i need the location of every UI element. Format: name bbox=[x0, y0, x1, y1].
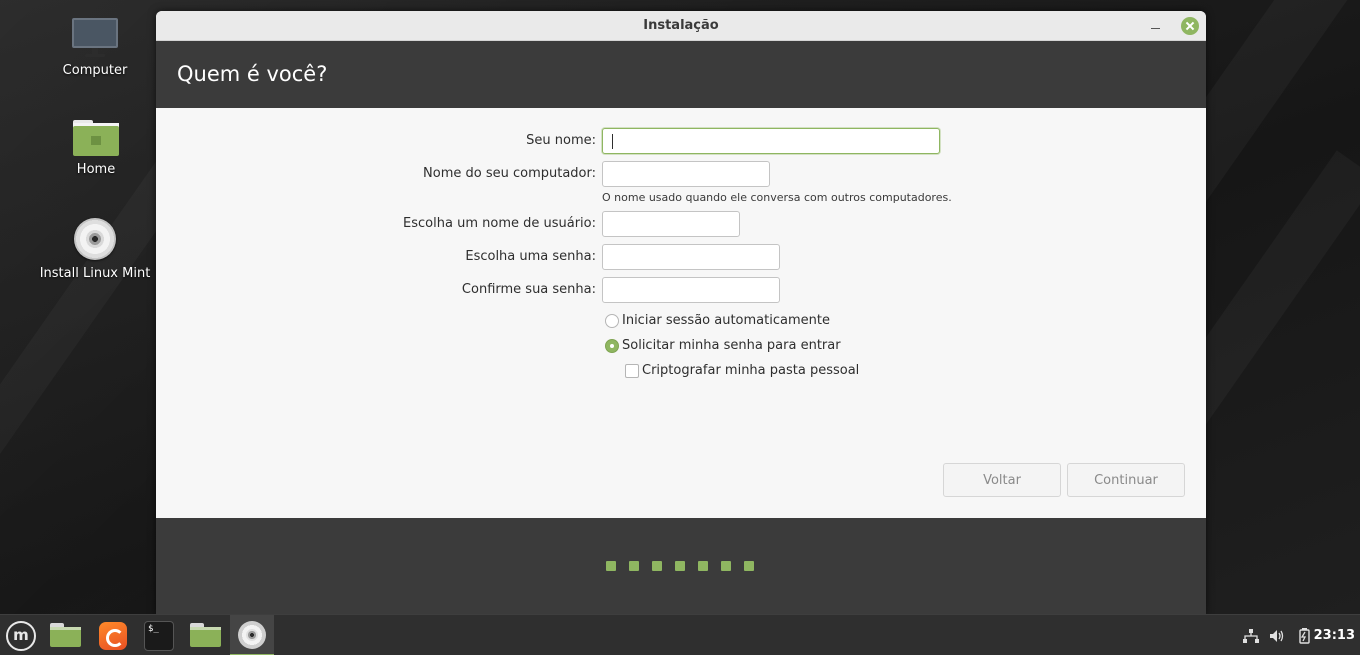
require-password-radio[interactable] bbox=[605, 339, 619, 353]
username-input[interactable] bbox=[602, 211, 740, 237]
clock[interactable]: 23:13 bbox=[1314, 615, 1355, 655]
progress-step bbox=[606, 561, 616, 571]
computer-name-label: Nome do seu computador: bbox=[423, 166, 596, 181]
progress-step bbox=[675, 561, 685, 571]
progress-footer bbox=[156, 518, 1206, 614]
user-form: Seu nome: Nome do seu computador: O nome… bbox=[156, 108, 1206, 518]
desktop-icon-label: Install Linux Mint bbox=[39, 266, 151, 281]
desktop-icon-home[interactable]: Home bbox=[36, 120, 156, 177]
files-launcher[interactable] bbox=[184, 615, 228, 655]
monitor-icon bbox=[35, 18, 155, 57]
back-button[interactable]: Voltar bbox=[943, 463, 1061, 497]
progress-step bbox=[652, 561, 662, 571]
disc-icon bbox=[35, 218, 155, 260]
show-desktop-icon bbox=[50, 623, 81, 647]
home-folder-icon bbox=[36, 120, 156, 156]
firefox-launcher[interactable] bbox=[91, 615, 135, 655]
auto-login-label[interactable]: Iniciar sessão automaticamente bbox=[622, 313, 830, 329]
page-title: Quem é você? bbox=[156, 41, 1206, 108]
files-icon bbox=[190, 623, 221, 647]
terminal-icon: $_ bbox=[144, 621, 174, 651]
password-label: Escolha uma senha: bbox=[465, 249, 596, 264]
show-desktop-button[interactable] bbox=[44, 615, 88, 655]
progress-step bbox=[698, 561, 708, 571]
menu-button[interactable]: m bbox=[0, 615, 44, 655]
text-caret bbox=[612, 134, 613, 149]
taskbar: m $_ 23:13 bbox=[0, 614, 1360, 655]
encrypt-home-checkbox[interactable] bbox=[625, 364, 639, 378]
volume-icon[interactable] bbox=[1268, 627, 1286, 645]
battery-icon[interactable] bbox=[1295, 627, 1313, 645]
desktop-icon-computer[interactable]: Computer bbox=[35, 18, 155, 78]
password-input[interactable] bbox=[602, 244, 780, 270]
auto-login-radio[interactable] bbox=[605, 314, 619, 328]
name-label: Seu nome: bbox=[526, 133, 596, 148]
installer-window: Instalação Quem é você? Seu nome: Nome d… bbox=[156, 11, 1206, 614]
minimize-button[interactable] bbox=[1148, 11, 1164, 41]
close-button[interactable] bbox=[1181, 17, 1199, 35]
desktop-icon-install-linux-mint[interactable]: Install Linux Mint bbox=[35, 218, 155, 281]
firefox-icon bbox=[99, 622, 127, 650]
computer-name-hint: O nome usado quando ele conversa com out… bbox=[602, 191, 952, 204]
network-icon[interactable] bbox=[1242, 627, 1260, 645]
encrypt-home-label[interactable]: Criptografar minha pasta pessoal bbox=[642, 363, 859, 379]
menu-icon: m bbox=[6, 621, 36, 651]
confirm-password-input[interactable] bbox=[602, 277, 780, 303]
confirm-password-label: Confirme sua senha: bbox=[461, 282, 596, 297]
require-password-label[interactable]: Solicitar minha senha para entrar bbox=[622, 338, 841, 354]
username-label: Escolha um nome de usuário: bbox=[403, 216, 596, 231]
desktop-icon-label: Computer bbox=[62, 63, 128, 78]
terminal-launcher[interactable]: $_ bbox=[138, 615, 182, 655]
window-title: Instalação bbox=[643, 18, 719, 33]
name-input[interactable] bbox=[602, 128, 940, 154]
continue-button[interactable]: Continuar bbox=[1067, 463, 1185, 497]
installer-window-button[interactable] bbox=[230, 615, 274, 655]
progress-step bbox=[721, 561, 731, 571]
progress-step bbox=[629, 561, 639, 571]
desktop-icon-label: Home bbox=[76, 162, 116, 177]
computer-name-input[interactable] bbox=[602, 161, 770, 187]
window-titlebar[interactable]: Instalação bbox=[156, 11, 1206, 41]
installer-disc-icon bbox=[238, 621, 266, 649]
progress-step bbox=[744, 561, 754, 571]
